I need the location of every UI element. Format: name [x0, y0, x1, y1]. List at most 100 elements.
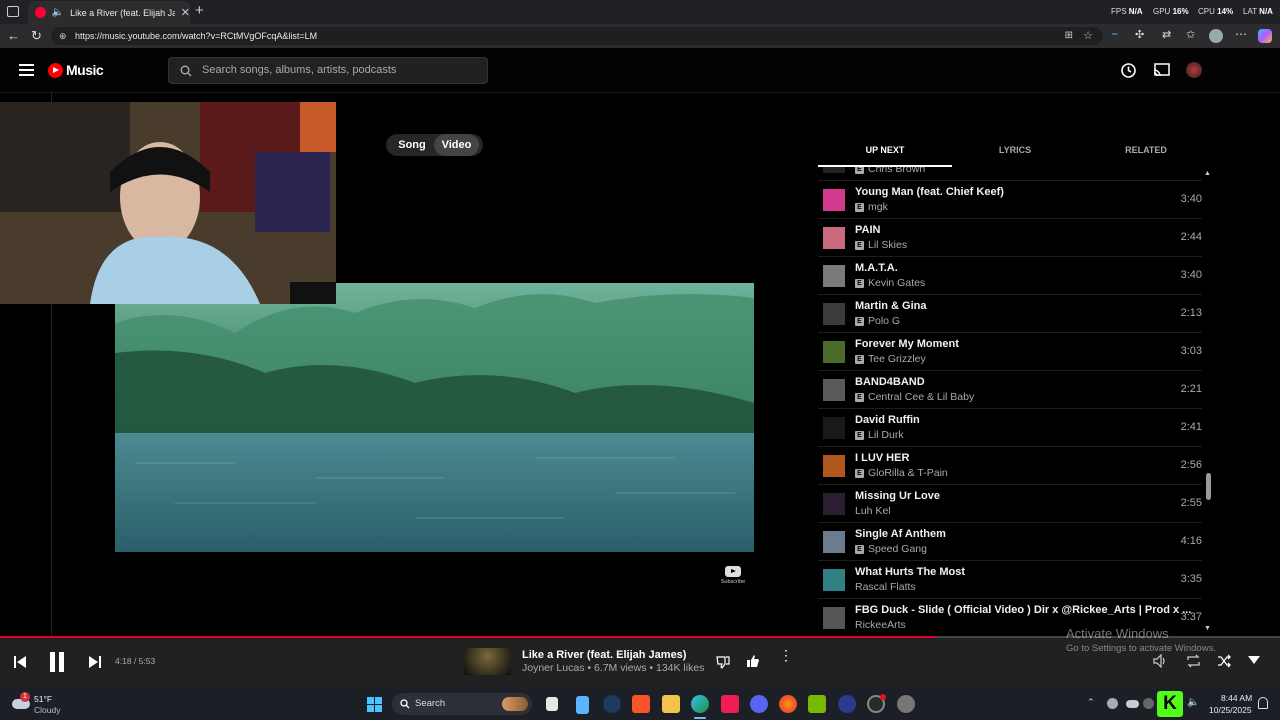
track-title[interactable]: PAIN: [855, 224, 880, 236]
tab-related[interactable]: RELATED: [1080, 138, 1212, 167]
track-title[interactable]: Forever My Moment: [855, 338, 959, 350]
split-screen-icon[interactable]: ⇄: [1162, 28, 1171, 41]
track-artist[interactable]: Polo G: [868, 315, 900, 327]
pause-icon[interactable]: [48, 651, 66, 673]
app-available-icon[interactable]: ⊞: [1065, 27, 1073, 45]
back-icon[interactable]: ←: [7, 28, 20, 43]
subscribe-watermark[interactable]: Subscribe: [718, 566, 748, 585]
clock-time[interactable]: 8:44 AM: [1221, 693, 1252, 703]
list-item[interactable]: Young Man (feat. Chief Keef) Emgk 3:40: [818, 181, 1202, 219]
track-artist[interactable]: Rascal Flatts: [855, 581, 916, 593]
steam-icon[interactable]: [603, 695, 621, 713]
favorite-star-icon[interactable]: ☆: [1083, 27, 1093, 45]
track-artist[interactable]: Speed Gang: [868, 543, 927, 555]
repeat-icon[interactable]: [1186, 654, 1201, 668]
address-bar[interactable]: ⊕ https://music.youtube.com/watch?v=RCtM…: [51, 27, 1103, 45]
dislike-icon[interactable]: [716, 655, 730, 669]
track-title[interactable]: Single Af Anthem: [855, 528, 946, 540]
track-artist[interactable]: Luh Kel: [855, 505, 891, 517]
nvidia-icon[interactable]: [808, 695, 826, 713]
track-title[interactable]: BAND4BAND: [855, 376, 925, 388]
hamburger-menu-icon[interactable]: [19, 64, 34, 76]
track-artist[interactable]: GloRilla & T-Pain: [868, 467, 948, 479]
app-icon-blue[interactable]: [838, 695, 856, 713]
tab-up-next[interactable]: UP NEXT: [818, 138, 952, 167]
volume-icon[interactable]: [1153, 654, 1168, 668]
clock-date[interactable]: 10/25/2025: [1209, 705, 1252, 715]
track-artist[interactable]: Lil Skies: [868, 239, 907, 251]
discord-icon[interactable]: [750, 695, 768, 713]
track-artist[interactable]: Tee Grizzley: [868, 353, 926, 365]
list-item[interactable]: What Hurts The Most Rascal Flatts 3:35: [818, 561, 1202, 599]
tray-kick-icon[interactable]: K: [1157, 691, 1183, 717]
search-input[interactable]: Search songs, albums, artists, podcasts: [168, 57, 488, 84]
cast-icon[interactable]: [1153, 63, 1170, 78]
extensions-icon[interactable]: ✣: [1135, 28, 1144, 41]
tray-onedrive-icon[interactable]: [1126, 700, 1139, 708]
new-tab-icon[interactable]: +: [195, 2, 204, 19]
toggle-song[interactable]: Song: [390, 134, 434, 156]
scroll-down-arrow-icon[interactable]: ▼: [1204, 625, 1211, 632]
browser-tab-active[interactable]: 🔈 Like a River (feat. Elijah Jame… ✕: [28, 1, 190, 24]
track-title[interactable]: Martin & Gina: [855, 300, 927, 312]
settings-gear-icon[interactable]: [897, 695, 915, 713]
like-icon[interactable]: [746, 654, 760, 668]
ytmusic-logo[interactable]: Music: [48, 62, 104, 78]
weather-widget[interactable]: 1 51°F Cloudy: [12, 692, 82, 716]
speaker-icon[interactable]: 🔈: [52, 7, 64, 18]
list-item[interactable]: BAND4BAND E Central Cee & Lil Baby 2:21: [818, 371, 1202, 409]
list-item[interactable]: David Ruffin E Lil Durk 2:41: [818, 409, 1202, 447]
toggle-video[interactable]: Video: [434, 134, 479, 156]
previous-track-icon[interactable]: [13, 655, 27, 669]
queue-scrollbar-thumb[interactable]: [1206, 473, 1211, 500]
song-video-toggle[interactable]: Song Video: [386, 134, 483, 156]
tray-app-icon[interactable]: [1143, 698, 1154, 709]
tab-actions-icon[interactable]: [7, 6, 19, 17]
list-item[interactable]: Single Af Anthem E Speed Gang 4:16: [818, 523, 1202, 561]
edge-icon[interactable]: [691, 695, 709, 713]
firefox-icon[interactable]: [779, 695, 797, 713]
tray-steam-icon[interactable]: [1107, 698, 1118, 709]
tab-lyrics[interactable]: LYRICS: [950, 138, 1080, 167]
track-artist[interactable]: Central Cee & Lil Baby: [868, 391, 974, 403]
copilot-icon[interactable]: [1258, 29, 1272, 43]
shuffle-icon[interactable]: [1217, 654, 1232, 668]
start-button-icon[interactable]: [367, 697, 382, 712]
next-track-icon[interactable]: [88, 655, 102, 669]
task-view-icon[interactable]: [546, 697, 558, 711]
track-title[interactable]: David Ruffin: [855, 414, 920, 426]
track-title[interactable]: M.A.T.A.: [855, 262, 898, 274]
file-explorer-icon[interactable]: [662, 695, 680, 713]
list-item[interactable]: I LUV HER E GloRilla & T-Pain 2:56: [818, 447, 1202, 485]
track-artist[interactable]: Lil Durk: [868, 429, 904, 441]
list-item[interactable]: E Chris Brown: [818, 167, 1202, 181]
list-item[interactable]: M.A.T.A. E Kevin Gates 3:40: [818, 257, 1202, 295]
tiktok-icon[interactable]: [721, 695, 739, 713]
tray-overflow-icon[interactable]: ⌃: [1087, 697, 1095, 708]
now-playing-thumbnail[interactable]: [464, 648, 511, 675]
list-item[interactable]: PAIN E Lil Skies 2:44: [818, 219, 1202, 257]
tab-close-icon[interactable]: ✕: [181, 6, 190, 19]
site-info-icon[interactable]: ⊕: [59, 27, 67, 45]
track-title[interactable]: What Hurts The Most: [855, 566, 965, 578]
profile-avatar[interactable]: [1209, 29, 1223, 43]
track-artist[interactable]: RickeeArts: [855, 619, 906, 631]
track-title[interactable]: Missing Ur Love: [855, 490, 940, 502]
track-artist[interactable]: mgk: [868, 201, 888, 213]
scroll-up-arrow-icon[interactable]: ▲: [1204, 170, 1211, 177]
expand-player-icon[interactable]: [1248, 656, 1260, 664]
brave-icon[interactable]: [632, 695, 650, 713]
track-artist[interactable]: Kevin Gates: [868, 277, 925, 289]
track-title[interactable]: FBG Duck - Slide ( Official Video ) Dir …: [855, 604, 1191, 616]
tray-volume-icon[interactable]: 🔈: [1187, 697, 1199, 708]
notepad-icon[interactable]: [576, 696, 589, 714]
account-avatar[interactable]: [1186, 62, 1202, 78]
more-menu-icon[interactable]: ⋯: [1235, 27, 1247, 41]
more-options-icon[interactable]: ⋮: [779, 648, 793, 662]
taskbar-search[interactable]: Search: [392, 693, 532, 715]
list-item[interactable]: Missing Ur Love Luh Kel 2:55: [818, 485, 1202, 523]
video-frame[interactable]: [115, 283, 754, 552]
list-item[interactable]: Martin & Gina E Polo G 2:13: [818, 295, 1202, 333]
list-item[interactable]: Forever My Moment E Tee Grizzley 3:03: [818, 333, 1202, 371]
track-title[interactable]: Young Man (feat. Chief Keef): [855, 186, 1004, 198]
